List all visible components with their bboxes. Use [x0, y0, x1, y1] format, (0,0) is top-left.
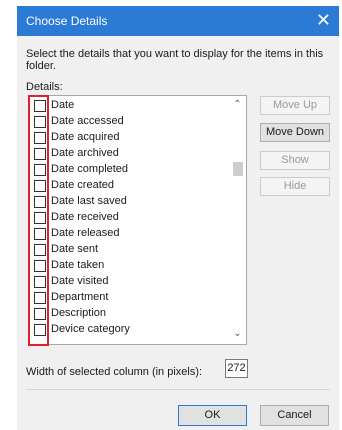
scroll-down-icon[interactable]: ⌄ [229, 328, 246, 342]
list-item-label: Description [51, 307, 107, 319]
list-item[interactable]: Date released [29, 226, 229, 242]
instruction-text: Select the details that you want to disp… [26, 48, 324, 72]
column-width-label: Width of selected column (in pixels): [26, 366, 203, 378]
separator [26, 389, 330, 390]
list-item[interactable]: Date acquired [29, 130, 229, 146]
list-item[interactable]: Date [29, 98, 229, 114]
list-item[interactable]: Date last saved [29, 194, 229, 210]
scroll-thumb[interactable] [233, 162, 243, 176]
checkbox[interactable] [34, 100, 46, 112]
list-item-label: Date acquired [51, 131, 120, 143]
list-item-label: Date taken [51, 259, 105, 271]
list-item-label: Date last saved [51, 195, 127, 207]
checkbox[interactable] [34, 324, 46, 336]
list-item-label: Date released [51, 227, 120, 239]
list-item[interactable]: Date accessed [29, 114, 229, 130]
list-item-label: Date sent [51, 243, 99, 255]
list-item-label: Date accessed [51, 115, 124, 127]
checkbox[interactable] [34, 212, 46, 224]
checkbox[interactable] [34, 196, 46, 208]
move-up-button[interactable]: Move Up [260, 96, 330, 115]
ok-button[interactable]: OK [178, 405, 247, 426]
list-item[interactable]: Date archived [29, 146, 229, 162]
window-title: Choose Details [26, 14, 108, 28]
details-list: Date Date accessed Date acquired Date ar… [29, 98, 229, 338]
move-down-button[interactable]: Move Down [260, 123, 330, 142]
list-item[interactable]: Date completed [29, 162, 229, 178]
checkbox[interactable] [34, 228, 46, 240]
hide-button[interactable]: Hide [260, 177, 330, 196]
list-item-label: Date [51, 99, 75, 111]
checkbox[interactable] [34, 116, 46, 128]
list-item[interactable]: Device category [29, 322, 229, 338]
list-item[interactable]: Date received [29, 210, 229, 226]
list-item[interactable]: Date taken [29, 258, 229, 274]
title-bar: Choose Details ✕ [17, 6, 339, 36]
list-item[interactable]: Date visited [29, 274, 229, 290]
checkbox[interactable] [34, 180, 46, 192]
cancel-button[interactable]: Cancel [260, 405, 329, 426]
checkbox[interactable] [34, 292, 46, 304]
vertical-scrollbar[interactable]: ⌃ ⌄ [229, 96, 246, 344]
details-label: Details: [26, 81, 63, 93]
scroll-up-icon[interactable]: ⌃ [229, 99, 246, 113]
list-item-label: Device category [51, 323, 130, 335]
list-item-label: Department [51, 291, 109, 303]
list-item-label: Date completed [51, 163, 129, 175]
close-icon[interactable]: ✕ [316, 10, 331, 30]
list-item-label: Date created [51, 179, 114, 191]
list-item[interactable]: Date sent [29, 242, 229, 258]
list-item[interactable]: Date created [29, 178, 229, 194]
details-listbox[interactable]: Date Date accessed Date acquired Date ar… [28, 95, 247, 345]
list-item-label: Date archived [51, 147, 119, 159]
checkbox[interactable] [34, 308, 46, 320]
checkbox[interactable] [34, 132, 46, 144]
dialog-body: Select the details that you want to disp… [17, 36, 339, 430]
list-item-label: Date visited [51, 275, 109, 287]
checkbox[interactable] [34, 260, 46, 272]
checkbox[interactable] [34, 276, 46, 288]
checkbox[interactable] [34, 164, 46, 176]
list-item[interactable]: Description [29, 306, 229, 322]
checkbox[interactable] [34, 148, 46, 160]
list-item-label: Date received [51, 211, 119, 223]
show-button[interactable]: Show [260, 151, 330, 170]
checkbox[interactable] [34, 244, 46, 256]
column-width-input[interactable]: 272 [225, 359, 248, 378]
list-item[interactable]: Department [29, 290, 229, 306]
